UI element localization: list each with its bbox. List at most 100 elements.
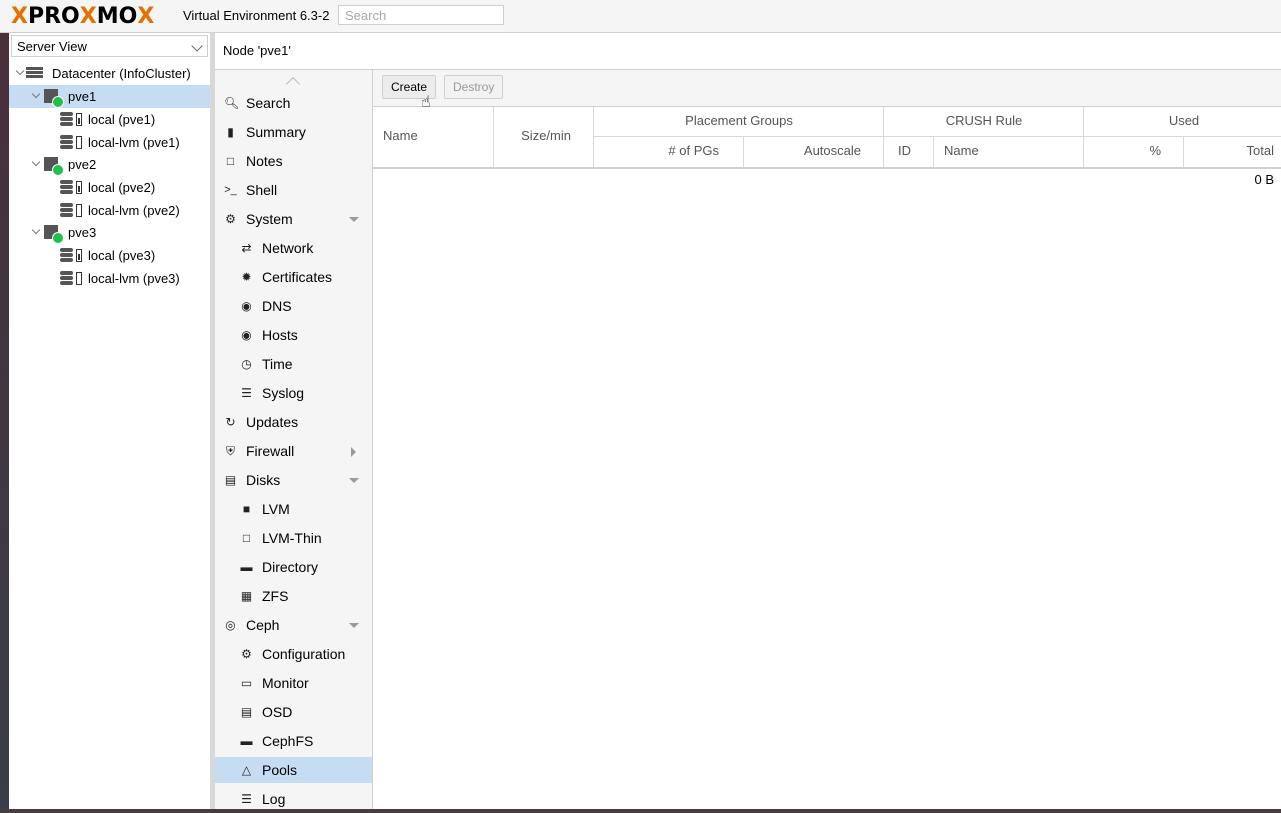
search-input[interactable]	[338, 5, 504, 25]
menu-item-cephfs[interactable]: ▬ CephFS	[215, 728, 372, 755]
menu-item-dns[interactable]: ◉ DNS	[215, 293, 372, 320]
server-icon	[44, 157, 64, 176]
menu-item-monitor[interactable]: ▭ Monitor	[215, 670, 372, 697]
tree-node-pve2[interactable]: pve2	[9, 153, 210, 176]
tree-label: pve3	[68, 225, 97, 240]
col-autoscale[interactable]: Autoscale	[744, 137, 884, 167]
tree-label: local-lvm (pve2)	[88, 203, 180, 218]
col-group-crush: CRUSH Rule	[884, 107, 1084, 137]
menu-item-label: Time	[262, 356, 293, 372]
exchange-icon: ⇄	[241, 241, 252, 255]
desktop-icon: ▭	[240, 676, 253, 690]
square-icon: ■	[242, 502, 251, 516]
col-crush-id[interactable]: ID	[884, 137, 934, 167]
tree-storage-local-pve1[interactable]: local (pve1)	[9, 108, 210, 131]
menu-item-time[interactable]: ◷ Time	[215, 351, 372, 378]
menu-item-label: Syslog	[262, 385, 305, 401]
menu-item-label: Updates	[246, 414, 299, 430]
menu-item-network[interactable]: ⇄ Network	[215, 235, 372, 262]
menu-item-label: Directory	[262, 559, 319, 575]
col-crush-name[interactable]: Name	[934, 137, 1084, 167]
tree-label: pve1	[68, 89, 97, 104]
pools-panel: Create Destroy ☝ Name Size/min Placement…	[373, 70, 1281, 809]
menu-item-summary[interactable]: ▮ Summary	[215, 119, 372, 146]
tree-node-pve1[interactable]: pve1	[9, 85, 210, 108]
header-label: Name	[944, 143, 979, 158]
col-name[interactable]: Name	[373, 107, 494, 167]
menu-item-osd[interactable]: ▤ OSD	[215, 699, 372, 726]
header-label: Total	[1246, 143, 1274, 158]
collapse-icon[interactable]	[31, 157, 41, 167]
sitemap-icon: △	[241, 763, 252, 777]
ceph-icon: ◎	[225, 618, 236, 632]
toolbar: Create Destroy ☝	[373, 70, 1281, 111]
menu-item-label: Disks	[246, 472, 281, 488]
expand-icon[interactable]	[349, 217, 359, 222]
menu-item-label: DNS	[262, 298, 292, 314]
menu-item-notes[interactable]: □ Notes	[215, 148, 372, 175]
summary-total-used: 0 B	[1254, 172, 1274, 187]
menu-item-ceph[interactable]: ◎ Ceph	[215, 612, 372, 639]
menu-item-label: Shell	[246, 182, 278, 198]
menu-item-label: Notes	[246, 153, 283, 169]
content-header: Node 'pve1'	[215, 33, 1281, 70]
tree-storage-local-lvm-pve3[interactable]: local-lvm (pve3)	[9, 267, 210, 290]
menu-item-pools[interactable]: △ Pools	[215, 757, 372, 783]
scroll-up-icon[interactable]	[285, 76, 301, 92]
online-icon	[52, 96, 64, 108]
tree-storage-local-pve2[interactable]: local (pve2)	[9, 176, 210, 199]
menu-item-hosts[interactable]: ◉ Hosts	[215, 322, 372, 349]
expand-icon[interactable]	[349, 478, 359, 483]
menu-item-label: Network	[262, 240, 314, 256]
menu-item-firewall[interactable]: ⛨ Firewall	[215, 438, 372, 465]
storage-icon	[60, 248, 82, 263]
menu-item-search[interactable]: 🔍︎ Search	[215, 90, 372, 117]
header-label: CRUSH Rule	[945, 113, 1023, 128]
expand-icon[interactable]	[349, 623, 359, 628]
menu-item-shell[interactable]: >_ Shell	[215, 177, 372, 204]
menu-item-updates[interactable]: ↻ Updates	[215, 409, 372, 436]
version-label: Virtual Environment 6.3-2	[183, 8, 330, 23]
destroy-button[interactable]: Destroy	[444, 75, 504, 99]
menu-item-lvm[interactable]: ■ LVM	[215, 496, 372, 523]
terminal-icon: >_	[224, 184, 237, 196]
refresh-icon: ↻	[225, 415, 236, 429]
col-size-min[interactable]: Size/min	[494, 107, 594, 167]
collapse-icon[interactable]	[15, 66, 25, 76]
th-large-icon: ▦	[240, 589, 253, 603]
menu-item-label: Pools	[262, 762, 298, 778]
menu-item-syslog[interactable]: ☰ Syslog	[215, 380, 372, 407]
menu-item-label: Ceph	[246, 617, 280, 633]
tree-storage-local-lvm-pve2[interactable]: local-lvm (pve2)	[9, 199, 210, 222]
view-selector[interactable]: Server View	[11, 35, 208, 57]
shield-icon: ⛨	[225, 444, 235, 458]
tree-storage-local-pve3[interactable]: local (pve3)	[9, 244, 210, 267]
menu-item-label: Search	[246, 95, 291, 111]
menu-item-lvm-thin[interactable]: □ LVM-Thin	[215, 525, 372, 552]
col-num-pgs[interactable]: # of PGs	[594, 137, 744, 167]
collapse-icon[interactable]	[31, 225, 41, 235]
tree-node-pve3[interactable]: pve3	[9, 221, 210, 244]
menu-item-zfs[interactable]: ▦ ZFS	[215, 583, 372, 610]
menu-item-system[interactable]: ⚙ System	[215, 206, 372, 233]
menu-item-label: Summary	[246, 124, 306, 140]
col-group-placement: Placement Groups	[594, 107, 884, 137]
tree-storage-local-lvm-pve1[interactable]: local-lvm (pve1)	[9, 131, 210, 154]
tree-label: local-lvm (pve1)	[88, 135, 180, 150]
storage-icon	[60, 203, 82, 218]
tree-datacenter[interactable]: Datacenter (InfoCluster)	[9, 62, 210, 85]
collapse-icon[interactable]	[31, 89, 41, 99]
menu-item-directory[interactable]: ▬ Directory	[215, 554, 372, 581]
chevron-down-icon	[191, 40, 203, 52]
storage-icon	[60, 180, 82, 195]
menu-item-label: OSD	[262, 704, 293, 720]
menu-item-configuration[interactable]: ⚙ Configuration	[215, 641, 372, 668]
globe-icon: ◉	[241, 299, 252, 313]
col-used-percent[interactable]: %	[1084, 137, 1184, 167]
col-used-total[interactable]: Total	[1184, 137, 1281, 167]
header-label: %	[1149, 143, 1161, 158]
chevron-right-icon[interactable]	[351, 447, 356, 457]
menu-item-label: Certificates	[262, 269, 333, 285]
menu-item-disks[interactable]: ▤ Disks	[215, 467, 372, 494]
menu-item-certificates[interactable]: ✹ Certificates	[215, 264, 372, 291]
